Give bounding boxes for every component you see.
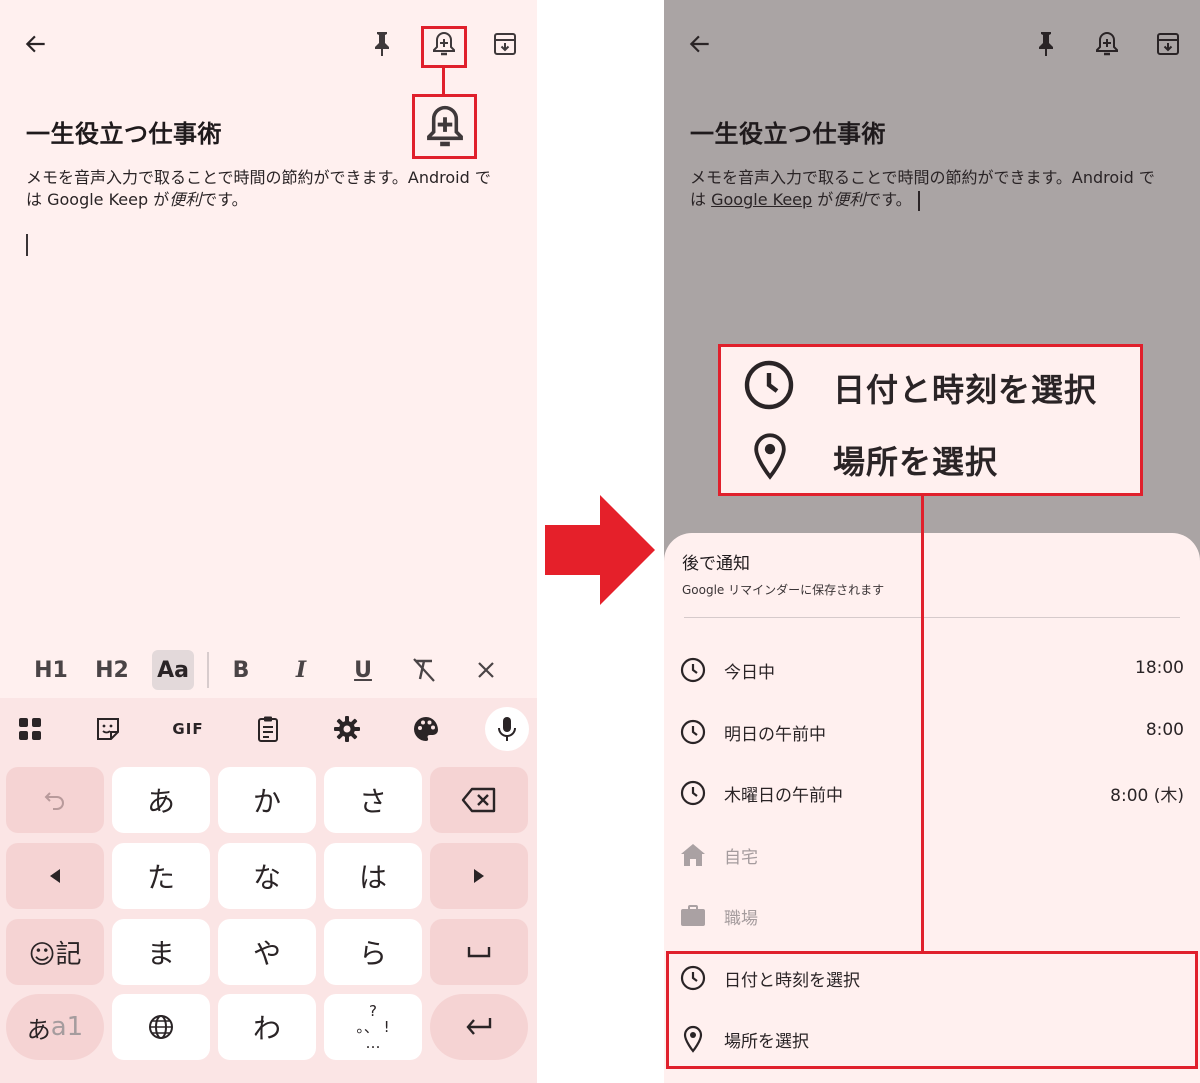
kana-key-ka[interactable]: か — [218, 767, 316, 833]
option-label: 職場 — [724, 909, 758, 929]
reminder-option-today[interactable]: 今日中 18:00 — [664, 649, 1200, 689]
back-arrow-icon[interactable] — [680, 24, 720, 64]
briefcase-icon — [678, 901, 708, 931]
cursor-right-key[interactable] — [430, 843, 528, 909]
sheet-title: 後で通知 — [682, 554, 750, 574]
option-time: 18:00 — [1135, 658, 1184, 678]
punct-top-label: ? — [369, 1002, 377, 1020]
clock-icon — [678, 717, 708, 747]
bell-highlight-box — [421, 26, 467, 68]
punct-bottom-label: … — [365, 1034, 381, 1052]
cursor-left-key[interactable] — [6, 843, 104, 909]
normal-text-button[interactable]: Aa — [152, 650, 194, 690]
option-label: 明日の午前中 — [724, 725, 826, 745]
voice-input-mic-icon[interactable] — [485, 707, 529, 751]
option-time: 8:00 — [1145, 720, 1184, 740]
note-body-line-1: メモを音声入力で取ることで時間の節約ができます。Android で — [26, 168, 491, 187]
archive-icon[interactable] — [1148, 24, 1188, 64]
text-cursor — [26, 234, 28, 256]
bell-enlarged-icon — [426, 105, 463, 146]
reminder-option-tomorrow-morning[interactable]: 明日の午前中 8:00 — [664, 711, 1200, 751]
option-label: 木曜日の午前中 — [724, 786, 843, 806]
mode-alnum-label: a1 — [50, 1012, 84, 1042]
kana-key-wa[interactable]: わ — [218, 994, 316, 1060]
format-divider — [207, 652, 209, 688]
reminder-option-work: 職場 — [664, 895, 1200, 935]
callout-row-place: 場所を選択 — [721, 427, 1140, 487]
option-time: 8:00 (木) — [1110, 786, 1184, 806]
pin-icon[interactable] — [1026, 24, 1066, 64]
note-body[interactable]: メモを音声入力で取ることで時間の節約ができます。Android で は Goog… — [26, 167, 526, 211]
google-keep-link[interactable]: Google Keep — [711, 190, 812, 209]
callout-row-date-time: 日付と時刻を選択 — [721, 353, 1140, 413]
clear-formatting-icon[interactable] — [404, 650, 444, 690]
underline-button[interactable]: U — [344, 650, 382, 690]
back-arrow-icon[interactable] — [16, 24, 56, 64]
option-label: 今日中 — [724, 663, 775, 683]
theme-palette-icon[interactable] — [406, 712, 446, 746]
backspace-key[interactable] — [430, 767, 528, 833]
undo-key[interactable] — [6, 767, 104, 833]
bell-highlight-connector — [442, 68, 445, 94]
reminder-option-home: 自宅 — [664, 834, 1200, 874]
note-body-line-1: メモを音声入力で取ることで時間の節約ができます。Android で — [690, 168, 1155, 187]
sticker-icon[interactable] — [88, 712, 128, 746]
settings-gear-icon[interactable] — [327, 712, 367, 746]
location-pin-icon — [751, 431, 789, 481]
kana-key-na[interactable]: な — [218, 843, 316, 909]
gif-button[interactable]: GIF — [166, 712, 210, 746]
left-phone-screen: 一生役立つ仕事術 メモを音声入力で取ることで時間の節約ができます。Android… — [0, 0, 537, 1083]
note-body[interactable]: メモを音声入力で取ることで時間の節約ができます。Android で は Goog… — [690, 167, 1190, 211]
kana-key-a[interactable]: あ — [112, 767, 210, 833]
note-title[interactable]: 一生役立つ仕事術 — [26, 114, 222, 149]
punct-mid-label: 。、 ! — [356, 1018, 390, 1036]
options-highlight-box — [666, 951, 1198, 1069]
kana-key-ya[interactable]: や — [218, 919, 316, 985]
sheet-subtitle: Google リマインダーに保存されます — [682, 583, 885, 597]
kana-key-sa[interactable]: さ — [324, 767, 422, 833]
pin-icon[interactable] — [362, 24, 402, 64]
home-icon — [678, 840, 708, 870]
emoji-symbol-key[interactable]: ☺記 — [6, 919, 104, 985]
callout-label-date-time: 日付と時刻を選択 — [833, 371, 1098, 409]
kana-key-ta[interactable]: た — [112, 843, 210, 909]
clock-icon — [678, 778, 708, 808]
language-globe-key[interactable] — [112, 994, 210, 1060]
heading1-button[interactable]: H1 — [30, 650, 72, 690]
bell-enlarged-box — [412, 94, 477, 159]
kana-key-ha[interactable]: は — [324, 843, 422, 909]
input-mode-toggle-key[interactable]: あ a1 — [6, 994, 104, 1060]
kana-key-ra[interactable]: ら — [324, 919, 422, 985]
punctuation-key[interactable]: ? 。、 ! … — [324, 994, 422, 1060]
archive-icon[interactable] — [485, 24, 525, 64]
note-body-line-2: は Google Keep が便利です。 — [26, 190, 248, 209]
enter-key[interactable] — [430, 994, 528, 1060]
note-title[interactable]: 一生役立つ仕事術 — [690, 114, 886, 149]
italic-button[interactable]: I — [282, 650, 320, 690]
bold-button[interactable]: B — [222, 650, 260, 690]
note-body-line-2: は Google Keep が便利です。 — [690, 189, 1190, 211]
enlarged-options-callout: 日付と時刻を選択 場所を選択 — [718, 344, 1143, 496]
clock-icon — [678, 655, 708, 685]
heading2-button[interactable]: H2 — [90, 650, 134, 690]
clipboard-icon[interactable] — [248, 712, 288, 746]
add-reminder-bell-icon[interactable] — [1087, 24, 1127, 64]
transition-arrow-icon — [545, 495, 655, 605]
clock-icon — [743, 359, 795, 411]
kana-key-ma[interactable]: ま — [112, 919, 210, 985]
close-format-bar-icon[interactable] — [466, 650, 506, 690]
apps-grid-icon[interactable] — [10, 712, 50, 746]
option-label: 自宅 — [724, 848, 758, 868]
sheet-divider — [684, 617, 1180, 618]
reminder-option-thursday-morning[interactable]: 木曜日の午前中 8:00 (木) — [664, 772, 1200, 812]
callout-connector-line — [921, 494, 924, 951]
mode-kana-label: あ — [26, 1015, 51, 1044]
text-cursor — [917, 190, 920, 211]
space-key[interactable] — [430, 919, 528, 985]
right-phone-screen: 一生役立つ仕事術 メモを音声入力で取ることで時間の節約ができます。Android… — [664, 0, 1200, 1083]
callout-label-place: 場所を選択 — [833, 443, 999, 481]
